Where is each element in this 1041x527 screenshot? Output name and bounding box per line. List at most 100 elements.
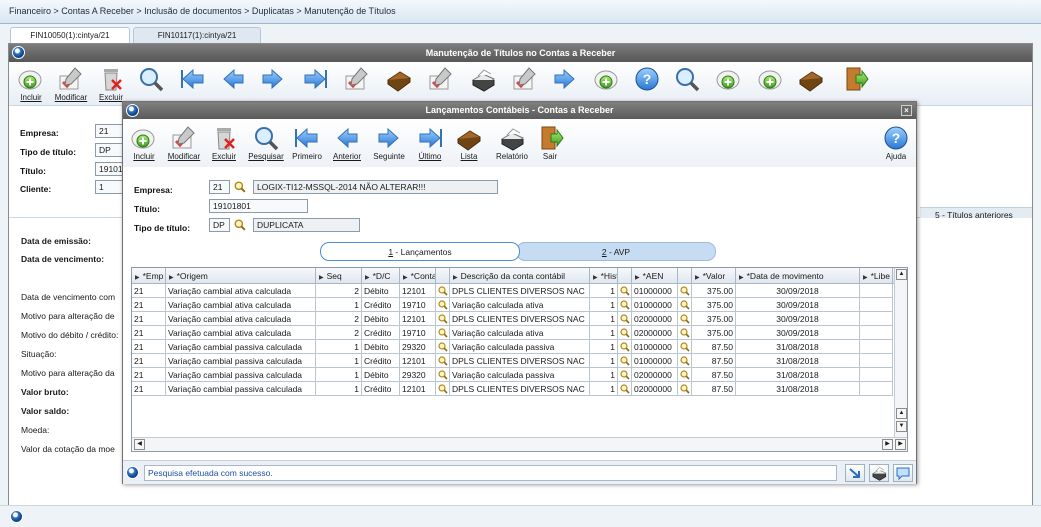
edit-list-icon[interactable] [427, 66, 455, 92]
grid-cell[interactable]: 19710 [400, 326, 436, 340]
grid-cell[interactable]: Variação cambial passiva calculada [166, 340, 316, 354]
grid-header-cell[interactable]: ▶ *Emp [132, 268, 166, 284]
grid-cell[interactable]: 2 [316, 326, 362, 340]
grid-header-cell[interactable]: ▶ *Data de movimento [736, 268, 860, 284]
grid-cell[interactable]: 1 [316, 298, 362, 312]
grid-header-cell[interactable]: ▶ *AEN [632, 268, 678, 284]
grid-cell[interactable]: 01000000 [632, 354, 678, 368]
grid-cell[interactable]: 1 [590, 354, 618, 368]
zoom-lookup-icon[interactable] [620, 300, 630, 310]
grid-cell[interactable]: 02000000 [632, 312, 678, 326]
grid-cell[interactable] [860, 326, 893, 340]
lookup-cell[interactable] [678, 298, 692, 312]
tab-fin10050[interactable]: FIN10050(1):cintya/21 [10, 27, 130, 43]
prev-arrow-icon[interactable] [219, 66, 247, 92]
lookup-cell[interactable] [678, 382, 692, 396]
grid-cell[interactable]: 1 [590, 312, 618, 326]
grid-cell[interactable]: 02000000 [632, 382, 678, 396]
lookup-cell[interactable] [436, 284, 450, 298]
zoom-lookup-icon[interactable] [438, 342, 448, 352]
grid-cell[interactable]: Variação cambial ativa calculada [166, 298, 316, 312]
grid-header-cell[interactable]: ▶ *Valor [692, 268, 736, 284]
empresa-lookup-icon[interactable] [234, 181, 246, 193]
modificar-button[interactable]: Modificar [163, 125, 205, 161]
table-row[interactable]: 21 Variação cambial ativa calculada 2 Crédi… [132, 326, 893, 340]
zoom-lookup-icon[interactable] [680, 300, 690, 310]
scale-icon[interactable] [469, 66, 497, 92]
grid-cell[interactable]: 02000000 [632, 326, 678, 340]
tipo-lookup-icon[interactable] [234, 219, 246, 231]
grid-cell[interactable]: 01000000 [632, 298, 678, 312]
grid-cell[interactable]: 2 [316, 312, 362, 326]
grid-cell[interactable]: 21 [132, 340, 166, 354]
grid-cell[interactable]: 12101 [400, 312, 436, 326]
grid-cell[interactable]: 31/08/2018 [736, 340, 860, 354]
next-arrow-icon[interactable] [259, 66, 287, 92]
transfer-icon[interactable] [551, 66, 579, 92]
grid-cell[interactable]: Débito [362, 284, 400, 298]
grid-cell[interactable]: Variação cambial ativa calculada [166, 326, 316, 340]
grid-header-cell[interactable]: ▶ *Origem [166, 268, 316, 284]
lookup-cell[interactable] [436, 382, 450, 396]
grid-header-cell[interactable]: ▶ Descrição da conta contábil [450, 268, 590, 284]
grid-cell[interactable]: Variação calculada ativa [450, 326, 590, 340]
add-doc-icon[interactable] [593, 66, 621, 92]
exit-door-icon[interactable] [841, 66, 869, 92]
lookup-cell[interactable] [618, 298, 632, 312]
grid-cell[interactable]: 375.00 [692, 298, 736, 312]
incluir-button[interactable]: Incluir [123, 125, 165, 161]
zoom-lookup-icon[interactable] [620, 342, 630, 352]
grid-cell[interactable]: 1 [590, 298, 618, 312]
grid-header-cell[interactable] [678, 268, 692, 284]
grid-cell[interactable]: 30/09/2018 [736, 284, 860, 298]
lookup-cell[interactable] [618, 312, 632, 326]
grid-cell[interactable] [860, 312, 893, 326]
cliente-field[interactable]: 1 [95, 180, 123, 194]
pesquisar-button[interactable]: Pesquisar [245, 125, 287, 161]
grid-cell[interactable]: 31/08/2018 [736, 368, 860, 382]
zoom-lookup-icon[interactable] [680, 356, 690, 366]
grid-cell[interactable]: Crédito [362, 326, 400, 340]
lista-button[interactable]: Lista [448, 125, 490, 161]
zoom-lookup-icon[interactable] [620, 286, 630, 296]
lookup-cell[interactable] [678, 340, 692, 354]
grid-cell[interactable] [860, 354, 893, 368]
table-row[interactable]: 21 Variação cambial passiva calculada 1 Déb… [132, 340, 893, 354]
zoom-lookup-icon[interactable] [438, 356, 448, 366]
grid-header-cell[interactable]: ▶ Seq [316, 268, 362, 284]
zoom-lookup-icon[interactable] [680, 384, 690, 394]
grid-cell[interactable]: 21 [132, 298, 166, 312]
grid-cell[interactable]: DPLS CLIENTES DIVERSOS NAC [450, 354, 590, 368]
grid-header-cell[interactable]: ▶ *Conta [400, 268, 436, 284]
expand-arrow-button[interactable] [845, 464, 865, 482]
grid-cell[interactable]: Débito [362, 368, 400, 382]
grid-cell[interactable]: Crédito [362, 354, 400, 368]
scroll-left-icon[interactable]: ◀ [134, 439, 145, 450]
grid-cell[interactable]: DPLS CLIENTES DIVERSOS NAC [450, 284, 590, 298]
table-row[interactable]: 21 Variação cambial passiva calculada 1 Cré… [132, 354, 893, 368]
grid-vertical-scrollbar[interactable]: ▲ ▲ ▼ [894, 268, 907, 438]
grid-cell[interactable]: 21 [132, 326, 166, 340]
zoom-lookup-icon[interactable] [620, 370, 630, 380]
dialog-titulo-field[interactable]: 19101801 [209, 199, 308, 213]
tab-avp[interactable]: 2 - AVP [516, 242, 716, 261]
magnifier-icon[interactable] [137, 66, 165, 92]
grid-header-cell[interactable]: ▶ *D/C [362, 268, 400, 284]
anterior-button[interactable]: Anterior [326, 125, 368, 161]
zoom-lookup-icon[interactable] [680, 286, 690, 296]
lookup-cell[interactable] [436, 312, 450, 326]
seguinte-button[interactable]: Seguinte [368, 125, 410, 161]
grid-cell[interactable]: 12101 [400, 382, 436, 396]
dialog-tipo-field[interactable]: DP [209, 218, 230, 232]
lookup-cell[interactable] [436, 326, 450, 340]
grid-cell[interactable]: 21 [132, 382, 166, 396]
grid-cell[interactable]: 1 [590, 368, 618, 382]
primeiro-button[interactable]: Primeiro [286, 125, 328, 161]
main-excluir-button[interactable]: Excluir [91, 66, 131, 102]
grid-cell[interactable]: 30/09/2018 [736, 298, 860, 312]
document-chart-icon[interactable] [385, 66, 413, 92]
lookup-cell[interactable] [618, 368, 632, 382]
money-doc-icon[interactable] [715, 66, 743, 92]
scroll-right-end-icon[interactable]: ▶ [895, 439, 906, 450]
grid-cell[interactable]: 12101 [400, 354, 436, 368]
